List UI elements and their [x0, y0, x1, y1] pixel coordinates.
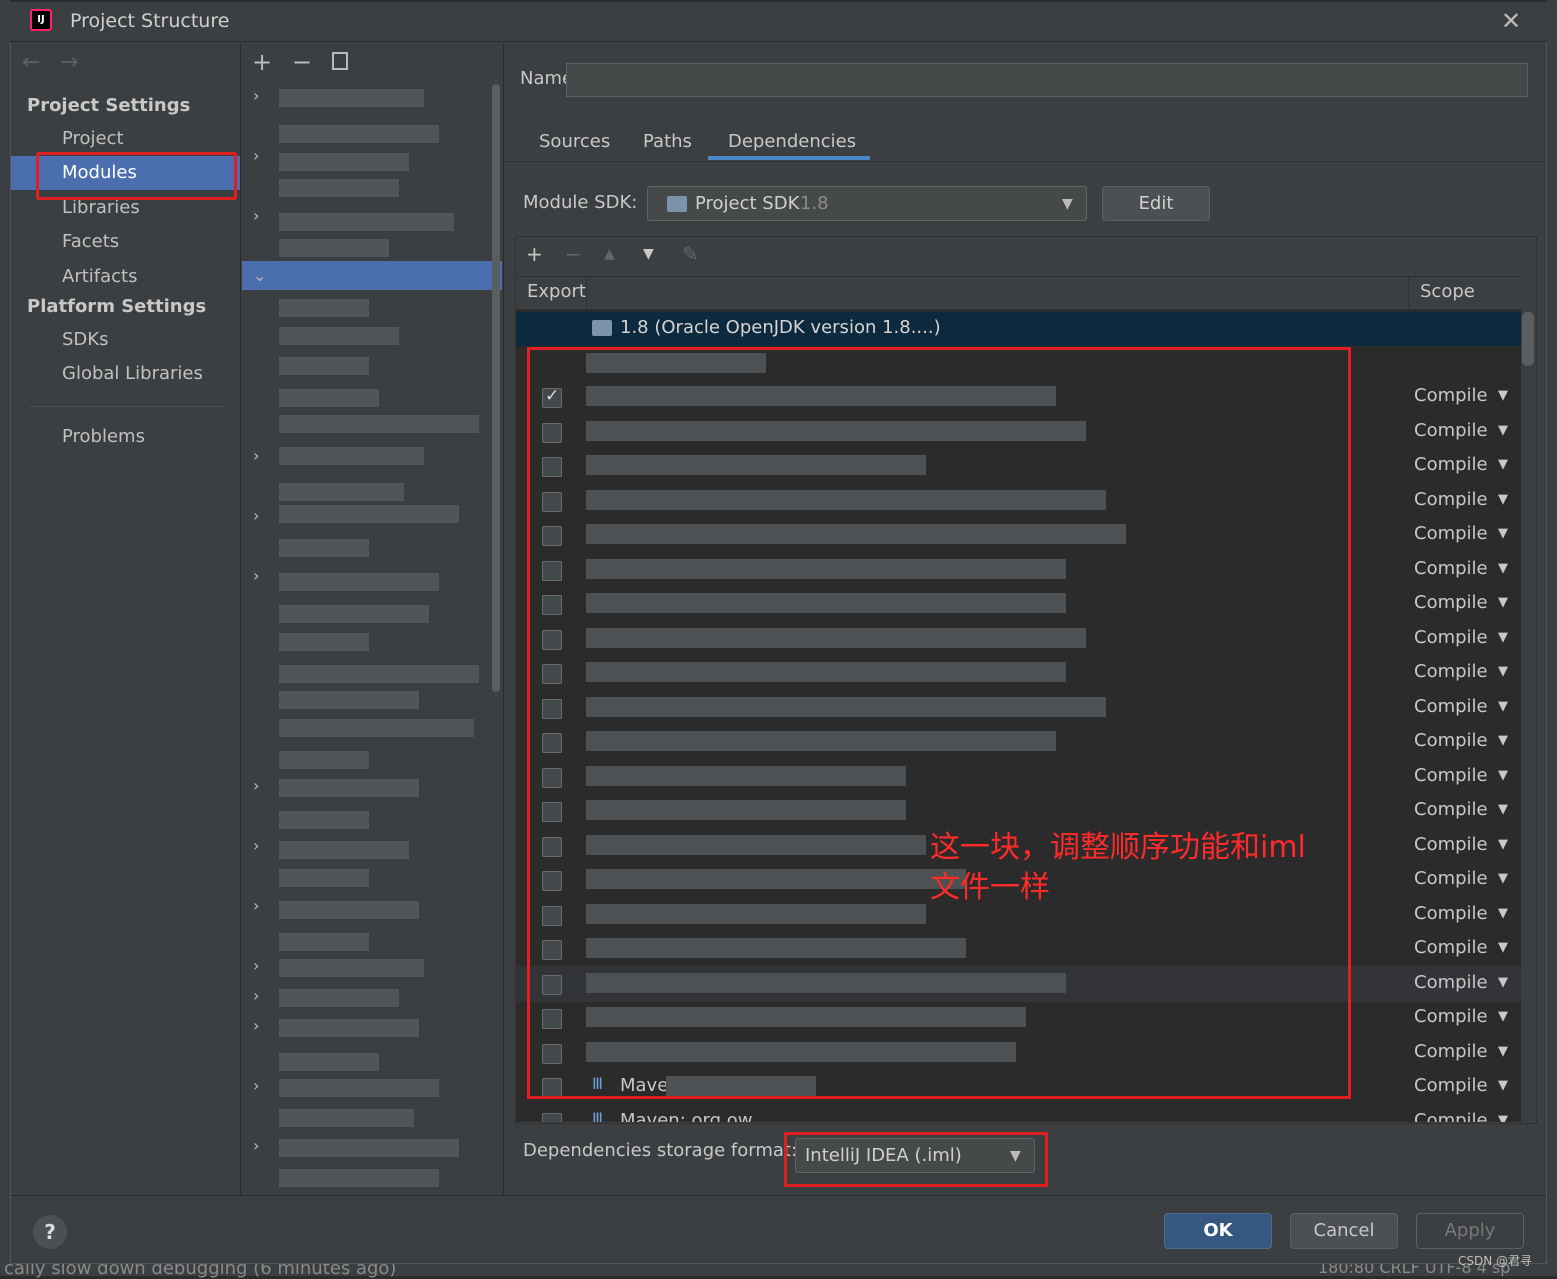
scope-select[interactable]: Compile: [1414, 558, 1488, 579]
scope-select[interactable]: Compile: [1414, 385, 1488, 406]
dependency-name: Maven: org.ow: [620, 1109, 753, 1123]
annotation-text: 这一块，调整顺序功能和iml 文件一样: [930, 830, 1306, 905]
dropdown-arrow-icon: ▼: [1498, 629, 1508, 645]
dropdown-arrow-icon: ▼: [1498, 767, 1508, 783]
export-checkbox[interactable]: [542, 1112, 562, 1122]
scope-select[interactable]: Compile: [1414, 1075, 1488, 1096]
scope-select[interactable]: Compile: [1414, 696, 1488, 717]
dropdown-arrow-icon: ▼: [1498, 905, 1508, 921]
scope-select[interactable]: Compile: [1414, 454, 1488, 475]
dropdown-arrow-icon: ▼: [1498, 733, 1508, 748]
annotation-box-storage-format: [784, 1132, 1048, 1187]
dropdown-arrow-icon: ▼: [1498, 974, 1508, 990]
dropdown-arrow-icon: ▼: [1498, 1078, 1508, 1093]
dropdown-arrow-icon: ▼: [1498, 664, 1508, 679]
cancel-button[interactable]: Cancel: [1290, 1213, 1398, 1249]
dropdown-arrow-icon: ▼: [1498, 836, 1508, 852]
ok-button[interactable]: OK: [1164, 1213, 1272, 1249]
dropdown-arrow-icon: ▼: [1498, 526, 1508, 541]
scope-select[interactable]: Compile: [1414, 730, 1488, 751]
dropdown-arrow-icon: ▼: [1498, 1043, 1508, 1059]
dropdown-arrow-icon: ▼: [1498, 491, 1508, 507]
dropdown-arrow-icon: ▼: [1498, 802, 1508, 817]
dependencies-scrollbar[interactable]: [1522, 312, 1534, 366]
scope-select[interactable]: Compile: [1414, 627, 1488, 648]
scope-select[interactable]: Compile: [1414, 834, 1488, 855]
dropdown-arrow-icon: ▼: [1498, 457, 1508, 472]
dropdown-arrow-icon: ▼: [1498, 940, 1508, 955]
dropdown-arrow-icon: ▼: [1498, 1009, 1508, 1024]
scope-select[interactable]: Compile: [1414, 1110, 1488, 1123]
dropdown-arrow-icon: ▼: [1498, 871, 1508, 886]
watermark: CSDN @君寻: [1458, 1254, 1533, 1268]
scope-select[interactable]: Compile: [1414, 972, 1488, 993]
scope-select[interactable]: Compile: [1414, 661, 1488, 682]
scope-select[interactable]: Compile: [1414, 592, 1488, 613]
dropdown-arrow-icon: ▼: [1498, 595, 1508, 610]
dependency-row[interactable]: Ⅲ Maven: org.ow Compile ▼: [516, 1105, 1521, 1123]
apply-button[interactable]: Apply: [1416, 1213, 1524, 1249]
scope-select[interactable]: Compile: [1414, 489, 1488, 510]
maven-library-icon: Ⅲ: [592, 1108, 604, 1123]
footer-divider: [11, 1195, 1546, 1196]
scope-select[interactable]: Compile: [1414, 765, 1488, 786]
scope-select[interactable]: Compile: [1414, 1006, 1488, 1027]
annotation-box-dependencies: [527, 347, 1351, 1099]
dropdown-arrow-icon: ▼: [1498, 388, 1508, 403]
dropdown-arrow-icon: ▼: [1498, 1112, 1508, 1123]
scope-select[interactable]: Compile: [1414, 523, 1488, 544]
scope-select[interactable]: Compile: [1414, 1041, 1488, 1062]
scope-select[interactable]: Compile: [1414, 937, 1488, 958]
storage-format-label: Dependencies storage format:: [523, 1140, 798, 1161]
dropdown-arrow-icon: ▼: [1498, 560, 1508, 576]
scope-select[interactable]: Compile: [1414, 868, 1488, 889]
scope-select[interactable]: Compile: [1414, 420, 1488, 441]
dropdown-arrow-icon: ▼: [1498, 698, 1508, 714]
dropdown-arrow-icon: ▼: [1498, 422, 1508, 438]
help-button[interactable]: ?: [33, 1215, 67, 1249]
chevron-right-icon[interactable]: ›: [253, 1136, 259, 1155]
scope-select[interactable]: Compile: [1414, 799, 1488, 820]
scope-select[interactable]: Compile: [1414, 903, 1488, 924]
